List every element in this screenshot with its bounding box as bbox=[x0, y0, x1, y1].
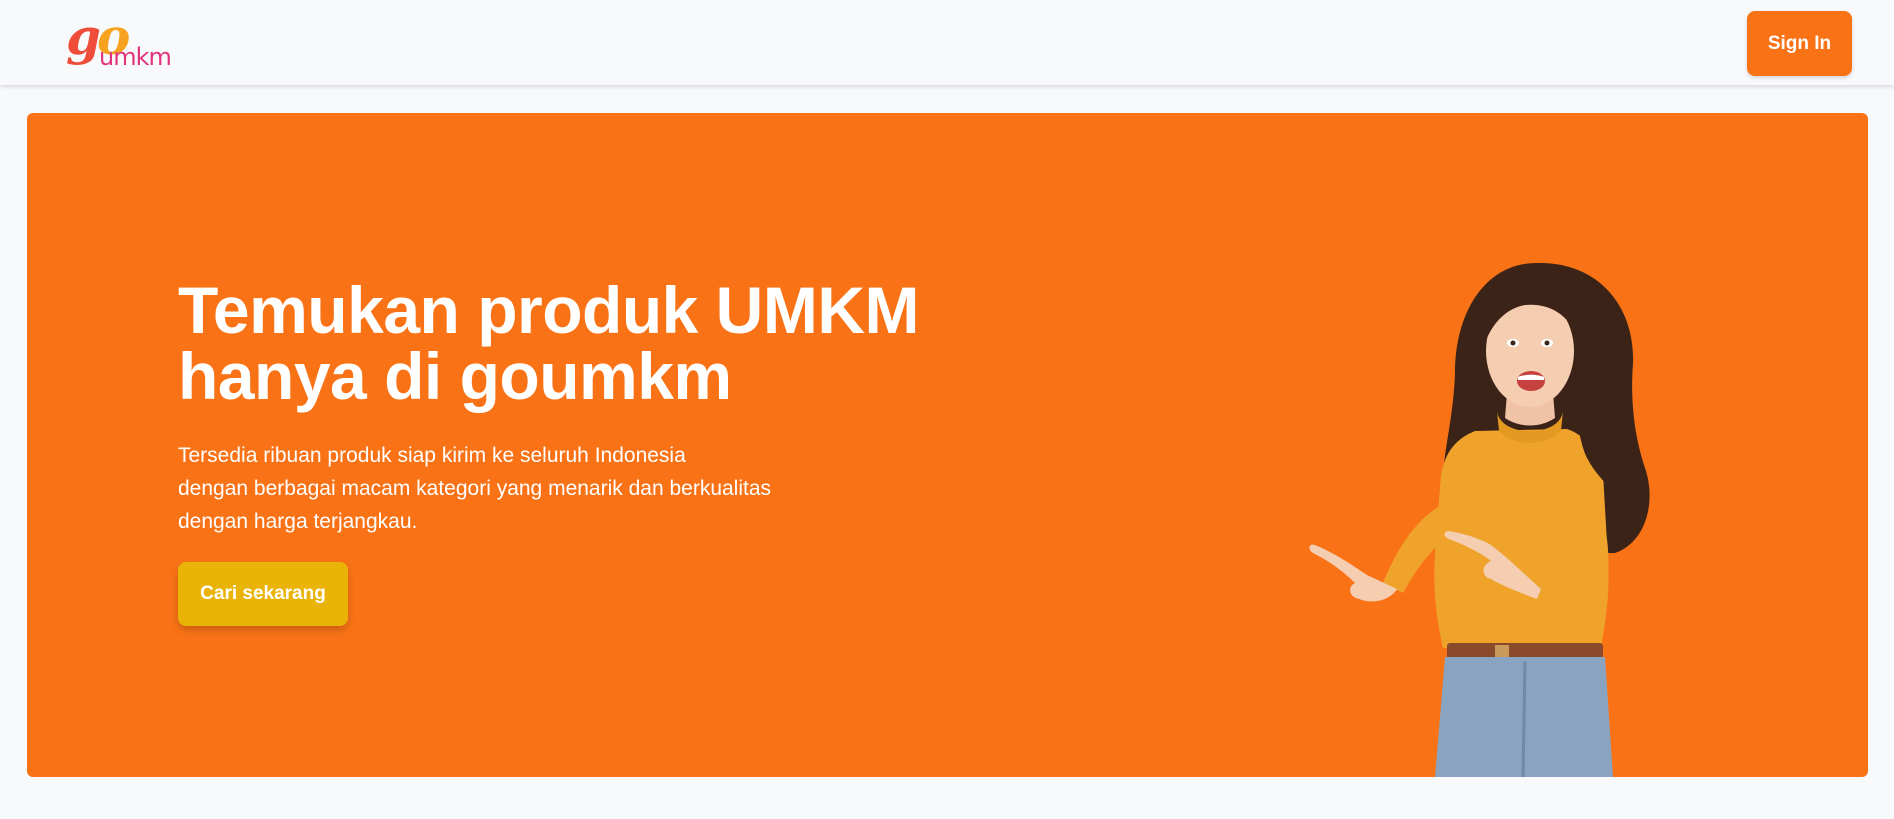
hero-description-line-3: dengan harga terjangkau. bbox=[178, 510, 418, 533]
logo-letter-g: g bbox=[66, 7, 101, 66]
open-mouth bbox=[1517, 371, 1545, 391]
hero-title-line-2: hanya di goumkm bbox=[178, 339, 732, 413]
logo-umkm-mark: umkm bbox=[99, 43, 172, 71]
search-now-button[interactable]: Cari sekarang bbox=[178, 562, 348, 626]
goumkm-logo[interactable]: go umkm bbox=[66, 12, 176, 72]
hero-banner: Temukan produk UMKM hanya di goumkm Ters… bbox=[27, 113, 1868, 777]
hero-description-line-1: Tersedia ribuan produk siap kirim ke sel… bbox=[178, 444, 686, 467]
top-navbar: go umkm Sign In bbox=[0, 0, 1894, 85]
sign-in-button[interactable]: Sign In bbox=[1747, 11, 1852, 76]
hero-description-line-2: dengan berbagai macam kategori yang mena… bbox=[178, 477, 772, 500]
left-hand bbox=[1309, 544, 1397, 602]
hero-description: Tersedia ribuan produk siap kirim ke sel… bbox=[178, 439, 938, 538]
hero-title: Temukan produk UMKM hanya di goumkm bbox=[178, 277, 1078, 409]
hero-title-line-1: Temukan produk UMKM bbox=[178, 273, 919, 347]
woman-pointing-illustration bbox=[1309, 262, 1650, 777]
